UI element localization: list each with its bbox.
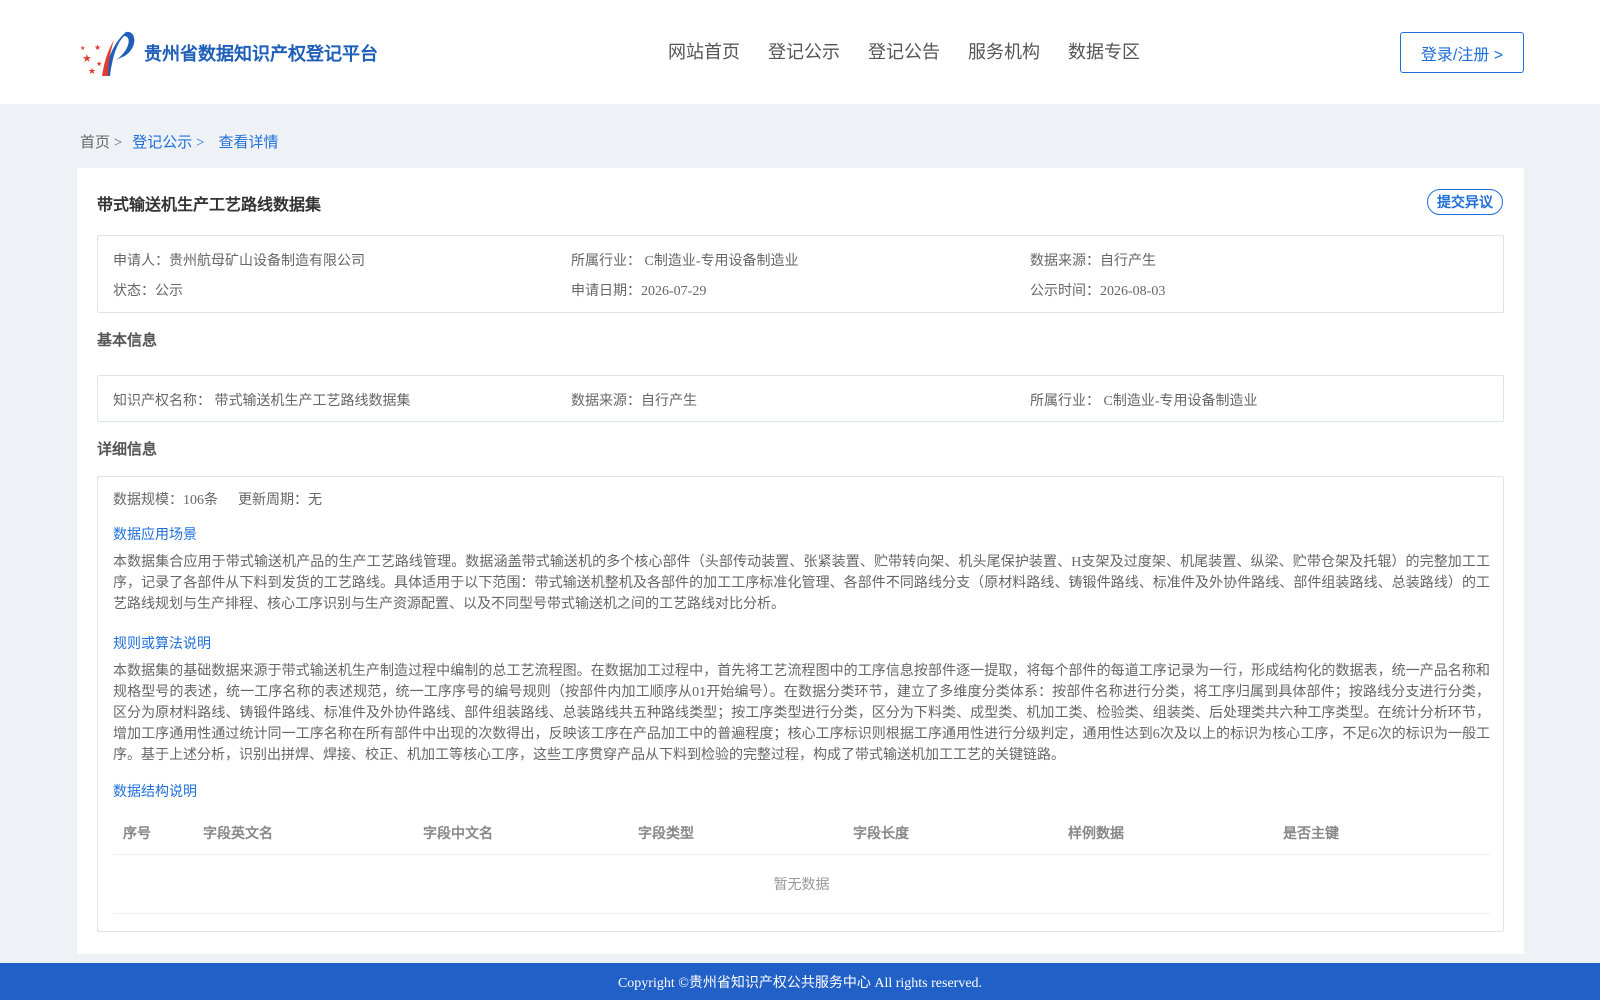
- column-header: 字段长度: [853, 825, 909, 841]
- detail-info-box: 数据规模：106条 更新周期：无 数据应用场景 本数据集合应用于带式输送机产品的生…: [97, 476, 1504, 932]
- scale-row: 数据规模：106条 更新周期：无: [113, 489, 322, 509]
- ip-name-text: 知识产权名称： 带式输送机生产工艺路线数据集: [113, 394, 411, 409]
- structure-table-header: 序号 字段英文名 字段中文名 字段类型 字段长度 样例数据 是否主键: [113, 815, 1490, 855]
- red-stars-flag-logo-icon: ★ ★ ★ ★ ★: [80, 31, 135, 76]
- industry-text: 所属行业： C制造业-专用设备制造业: [571, 254, 799, 269]
- column-header: 序号: [123, 825, 151, 841]
- detail-card: 带式输送机生产工艺路线数据集 提交异议 申请人：贵州航母矿山设备制造有限公司 所…: [77, 168, 1524, 954]
- scenario-text: 本数据集合应用于带式输送机产品的生产工艺路线管理。数据涵盖带式输送机的多个核心部…: [113, 555, 1490, 612]
- structure-title: 数据结构说明: [113, 785, 197, 800]
- main-nav: 网站首页 登记公示 登记公告 服务机构 数据专区: [668, 38, 1140, 64]
- submit-objection-button[interactable]: 提交异议: [1427, 189, 1503, 215]
- detail-info-heading: 详细信息: [97, 441, 158, 458]
- page-title: 带式输送机生产工艺路线数据集: [97, 197, 322, 214]
- svg-text:★: ★: [94, 43, 101, 52]
- svg-text:★: ★: [88, 66, 96, 76]
- column-header: 样例数据: [1068, 825, 1124, 841]
- breadcrumb-section[interactable]: 登记公示 >: [132, 131, 204, 152]
- breadcrumb: 首页 > 登记公示 > 查看详情: [80, 131, 278, 152]
- update-cycle-text: 更新周期：无: [238, 493, 322, 508]
- nav-item-service-agencies[interactable]: 服务机构: [968, 38, 1040, 64]
- basic-info-box: 知识产权名称： 带式输送机生产工艺路线数据集 数据来源：自行产生 所属行业： C…: [97, 375, 1504, 422]
- rule-text: 本数据集的基础数据来源于带式输送机生产制造过程中编制的总工艺流程图。在数据加工过…: [113, 664, 1490, 763]
- data-source-text: 数据来源：自行产生: [1030, 254, 1156, 269]
- column-header: 字段类型: [638, 825, 694, 841]
- rule-title: 规则或算法说明: [113, 637, 211, 652]
- column-header: 字段中文名: [423, 825, 493, 841]
- basic-info-heading: 基本信息: [97, 332, 158, 349]
- login-register-button[interactable]: 登录/注册 >: [1400, 32, 1524, 73]
- site-name: 贵州省数据知识产权登记平台: [144, 44, 378, 64]
- table-empty-state: 暂无数据: [113, 855, 1490, 914]
- column-header: 字段英文名: [203, 825, 273, 841]
- svg-text:★: ★: [80, 45, 85, 52]
- publish-date-text: 公示时间：2026-08-03: [1030, 284, 1166, 299]
- summary-box: 申请人：贵州航母矿山设备制造有限公司 所属行业： C制造业-专用设备制造业 数据…: [97, 235, 1504, 313]
- column-header: 是否主键: [1283, 825, 1339, 841]
- applicant-text: 申请人：贵州航母矿山设备制造有限公司: [113, 254, 365, 269]
- basic-industry-text: 所属行业： C制造业-专用设备制造业: [1030, 394, 1258, 409]
- scenario-title: 数据应用场景: [113, 528, 197, 543]
- site-logo[interactable]: ★ ★ ★ ★ ★ 贵州省数据知识产权登记平台: [80, 28, 378, 78]
- apply-date-text: 申请日期：2026-07-29: [571, 284, 707, 299]
- breadcrumb-current: 查看详情: [218, 135, 279, 151]
- breadcrumb-home[interactable]: 首页 >: [80, 131, 122, 152]
- status-text: 状态：公示: [113, 284, 183, 299]
- basic-source-text: 数据来源：自行产生: [571, 394, 697, 409]
- svg-text:★: ★: [96, 60, 102, 68]
- data-scale-text: 数据规模：106条: [113, 493, 218, 508]
- nav-item-registration-announcement[interactable]: 登记公告: [868, 38, 940, 64]
- top-header: ★ ★ ★ ★ ★ 贵州省数据知识产权登记平台 网站首页 登记公示 登记公告 服…: [0, 0, 1600, 104]
- nav-item-registration-publicity[interactable]: 登记公示: [768, 38, 840, 64]
- svg-text:★: ★: [82, 53, 92, 65]
- nav-item-data-zone[interactable]: 数据专区: [1068, 38, 1140, 64]
- footer: Copyright ©贵州省知识产权公共服务中心 All rights rese…: [0, 963, 1600, 1000]
- nav-item-home[interactable]: 网站首页: [668, 38, 740, 64]
- copyright-text: Copyright ©贵州省知识产权公共服务中心 All rights rese…: [617, 975, 983, 991]
